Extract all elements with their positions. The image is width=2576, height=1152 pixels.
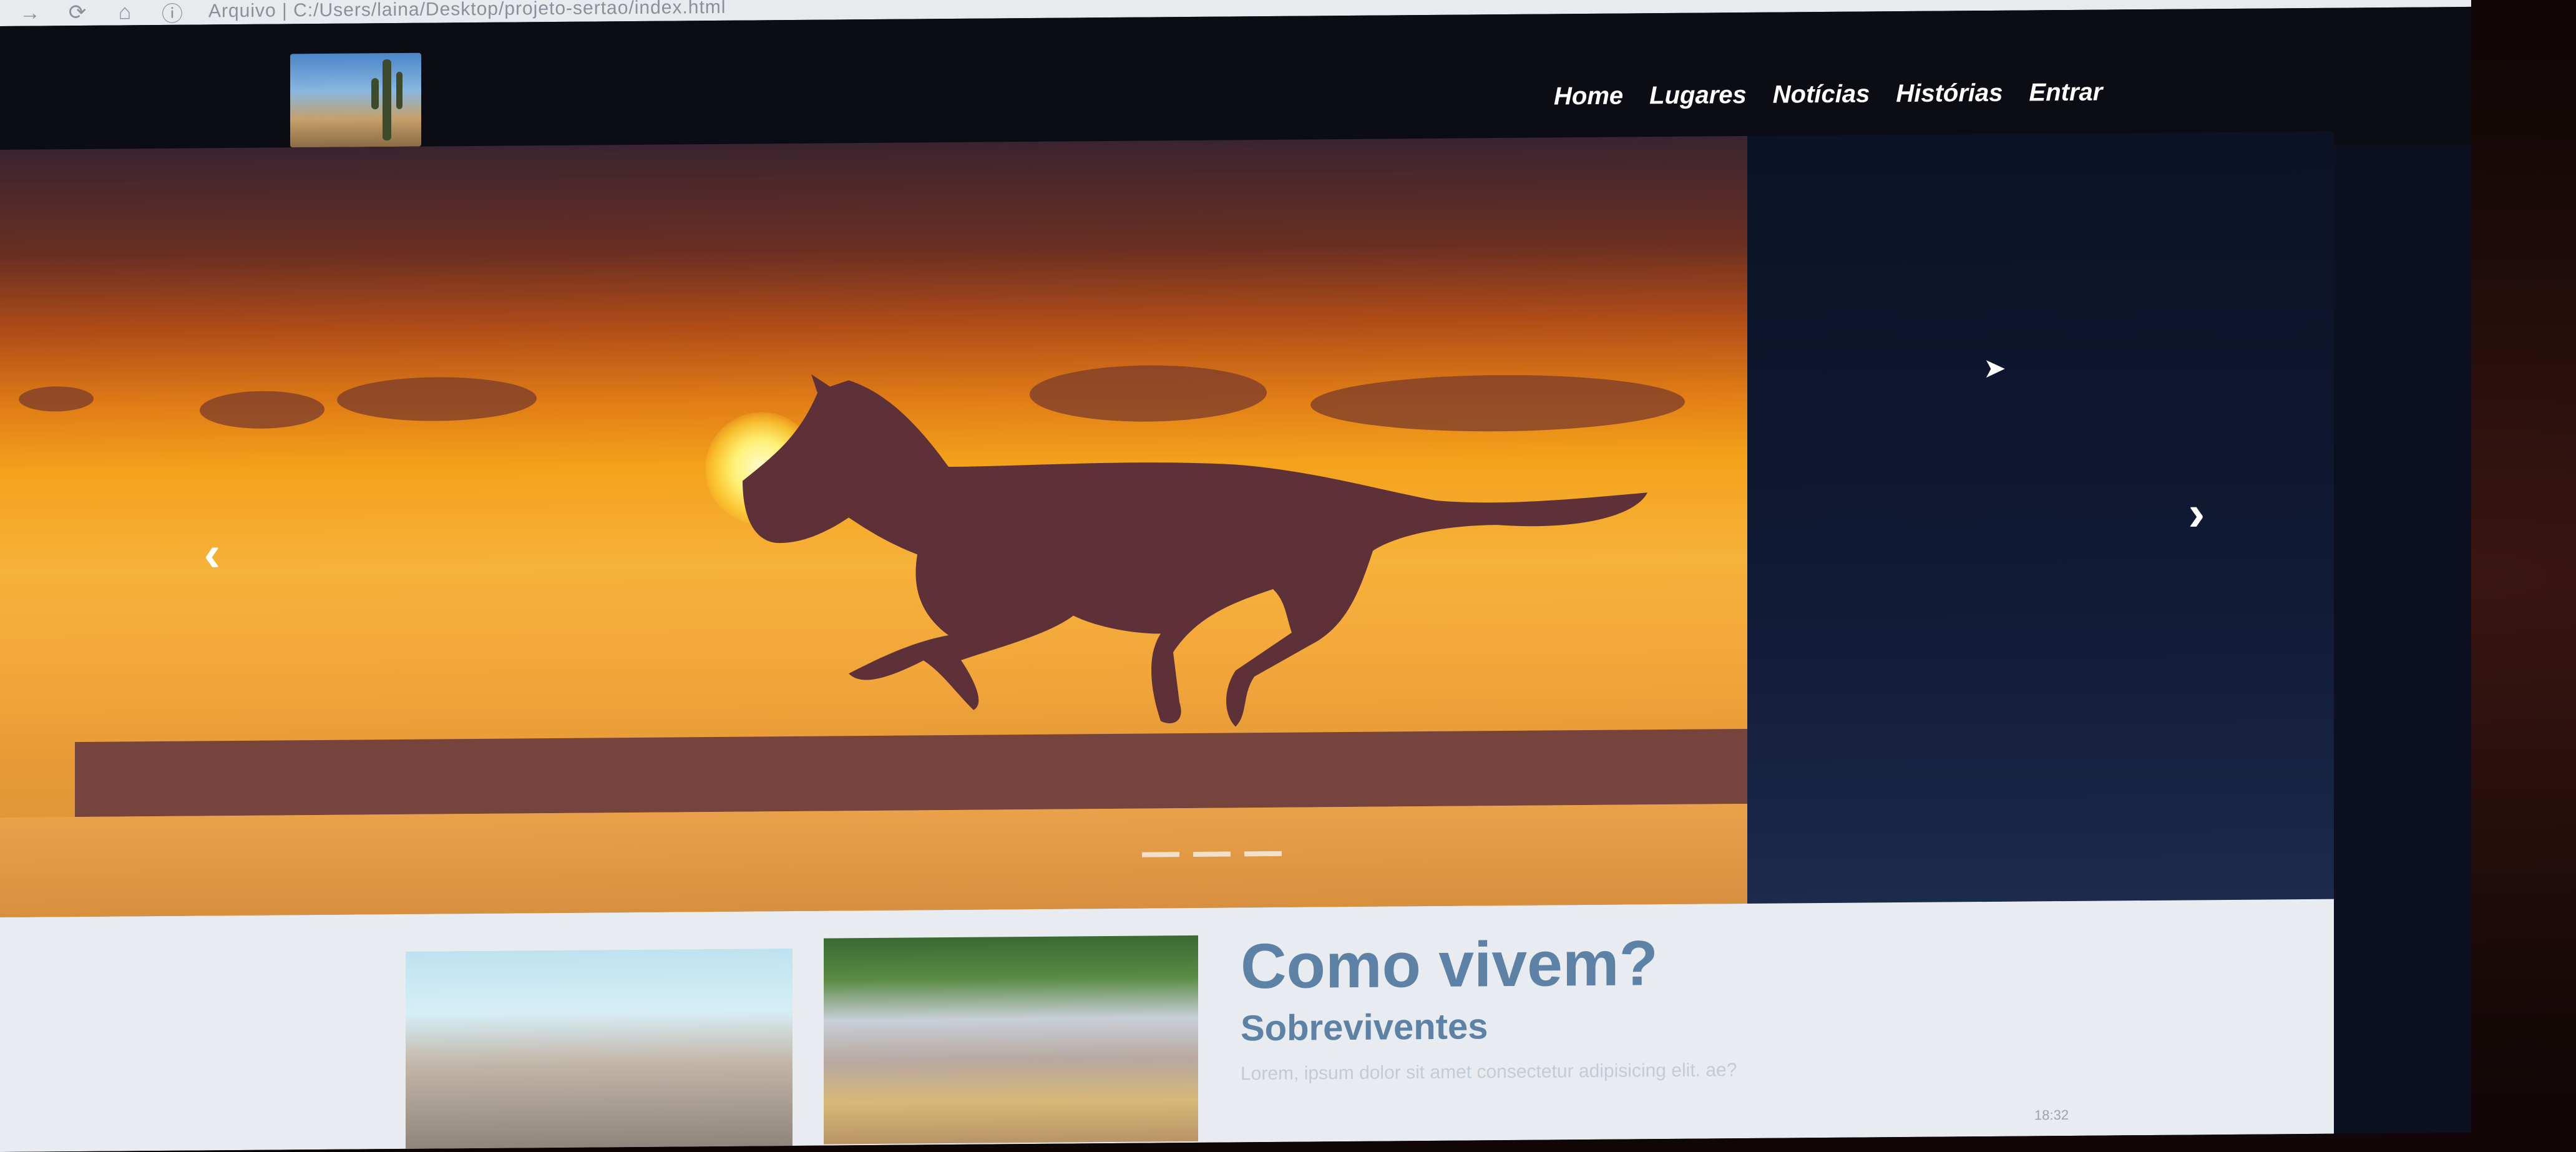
- water-reflection: [0, 804, 1747, 917]
- forward-arrow-icon[interactable]: →: [19, 1, 41, 24]
- reload-icon[interactable]: ⟳: [66, 1, 89, 24]
- taskbar-clock: 18:32: [2034, 1106, 2069, 1123]
- chevron-right-icon: ›: [2188, 485, 2205, 541]
- nav-links: Home Lugares Notícias Histórias Entrar: [1554, 79, 2102, 111]
- carousel-slide-horse-sunset: [0, 136, 1747, 917]
- taskbar-tray: 18:32: [2034, 1107, 2069, 1123]
- browser-screen: → ⟳ ⌂ ⓘ Arquivo | C:/Users/laina/Desktop…: [0, 0, 2471, 1152]
- site-logo[interactable]: [290, 52, 421, 148]
- nav-link-entrar[interactable]: Entrar: [2029, 79, 2103, 107]
- landscape-thumbnail[interactable]: [406, 949, 793, 1152]
- content-subtitle: Sobreviventes: [1241, 1006, 1488, 1049]
- content-paragraph: Lorem, ipsum dolor sit amet consectetur …: [1241, 1060, 1737, 1085]
- nav-link-home[interactable]: Home: [1554, 82, 1623, 111]
- carousel-indicator-2[interactable]: [1193, 851, 1231, 857]
- chevron-left-icon: ‹: [203, 525, 221, 582]
- nav-link-noticias[interactable]: Notícias: [1773, 80, 1870, 109]
- hero-carousel: ‹ › ➤: [0, 131, 2334, 918]
- nav-link-historias[interactable]: Histórias: [1896, 79, 2003, 108]
- town-thumbnail[interactable]: [824, 935, 1198, 1145]
- carousel-indicator-3[interactable]: [1244, 851, 1282, 857]
- content-title: Como vivem?: [1241, 927, 1658, 1002]
- horizon-band: [75, 729, 1747, 818]
- url-text[interactable]: Arquivo | C:/Users/laina/Desktop/projeto…: [208, 0, 726, 22]
- carousel-prev-button[interactable]: ‹: [187, 522, 237, 585]
- carousel-next-button[interactable]: ›: [2172, 482, 2222, 545]
- mouse-cursor-icon: ➤: [1983, 353, 2006, 384]
- content-section: Como vivem? Sobreviventes Lorem, ipsum d…: [0, 899, 2334, 1152]
- home-icon[interactable]: ⌂: [114, 0, 136, 24]
- carousel-indicator-1[interactable]: [1142, 852, 1179, 857]
- nav-link-lugares[interactable]: Lugares: [1649, 81, 1747, 110]
- info-icon: ⓘ: [162, 2, 183, 26]
